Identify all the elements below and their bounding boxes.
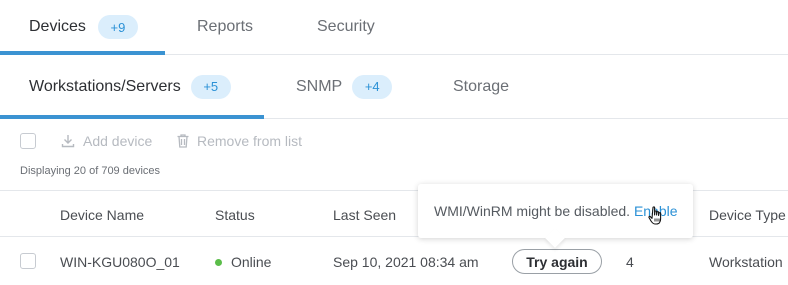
table-row[interactable]: WIN-KGU080O_01 Online Sep 10, 2021 08:34… [0,237,788,285]
try-again-button[interactable]: Try again [512,249,602,274]
device-name-cell[interactable]: WIN-KGU080O_01 [60,254,180,270]
online-status-dot [215,259,222,266]
tab-devices-badge: +9 [97,15,138,39]
count-cell: 4 [626,254,634,270]
tooltip-message-text: WMI/WinRM might be disabled. [434,203,631,219]
select-all-checkbox[interactable] [20,133,36,149]
tab-storage-label: Storage [453,77,510,95]
tab-snmp-badge: +4 [352,74,393,99]
tab-security-label: Security [317,18,375,35]
main-tab-bar: Devices +9 Reports Security [0,0,788,55]
tab-snmp-label: SNMP [296,77,343,95]
status-text: Online [231,254,272,270]
tab-workstations-servers[interactable]: Workstations/Servers +5 [29,55,231,118]
tab-workstations-servers-badge: +5 [190,74,231,99]
remove-from-list-button[interactable]: Remove from list [176,133,302,149]
row-checkbox[interactable] [20,253,36,269]
add-device-label: Add device [83,133,153,149]
column-status[interactable]: Status [215,207,255,223]
column-device-type[interactable]: Device Type [709,207,786,223]
hand-pointer-cursor-icon [648,206,662,225]
tab-snmp[interactable]: SNMP +4 [296,55,393,118]
tab-devices[interactable]: Devices +9 [29,0,138,54]
device-category-tab-bar: Workstations/Servers +5 SNMP +4 Storage [0,55,788,119]
trash-icon [177,134,189,148]
device-toolbar: Add device Remove from list Displaying 2… [0,119,788,189]
status-cell: Online [215,254,271,270]
tab-reports-label: Reports [197,18,254,35]
device-type-cell: Workstation [709,254,783,270]
tab-reports[interactable]: Reports [197,0,253,54]
tab-security[interactable]: Security [317,0,375,54]
last-seen-cell: Sep 10, 2021 08:34 am [333,254,479,270]
add-device-button[interactable]: Add device [60,133,152,149]
remove-from-list-label: Remove from list [197,133,303,149]
download-icon [61,135,75,148]
column-device-name[interactable]: Device Name [60,207,144,223]
displaying-count: Displaying 20 of 709 devices [20,165,161,177]
tab-storage[interactable]: Storage [453,55,509,118]
tab-workstations-servers-label: Workstations/Servers [29,77,181,95]
column-last-seen[interactable]: Last Seen [333,207,396,223]
tab-devices-label: Devices [29,18,86,35]
tooltip-message: WMI/WinRM might be disabled. Enable [434,203,678,219]
